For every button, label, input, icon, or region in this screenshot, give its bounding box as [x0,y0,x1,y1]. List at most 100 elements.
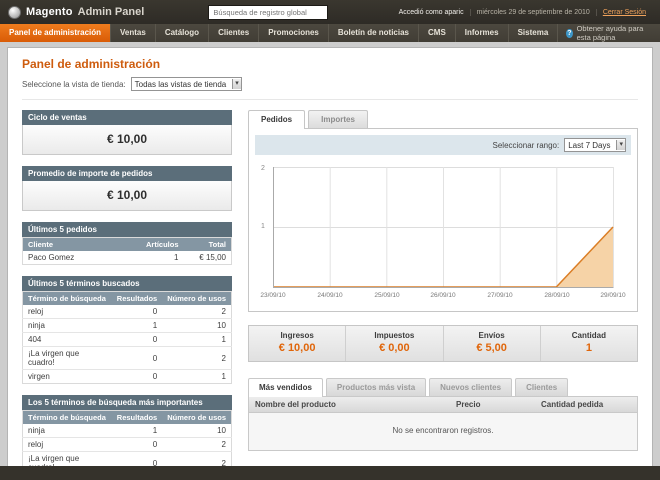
term-cell: reloj [22,305,112,319]
stat-label: Cantidad [571,331,606,340]
nav-tab-clientes[interactable]: Clientes [209,24,260,42]
last-search-table: Término de búsqueda Resultados Número de… [22,291,232,384]
chevron-down-icon: ▾ [232,79,241,89]
store-view-value: Todas las vistas de tienda [134,79,227,89]
range-value: Last 7 Days [568,140,611,150]
column-header: Resultados [111,410,163,424]
term-cell: ninja [22,424,112,438]
nav-tab-cms[interactable]: CMS [419,24,456,42]
tab-pedidos[interactable]: Pedidos [248,110,306,129]
table-row[interactable]: Paco Gomez 1 € 15,00 [22,251,232,265]
page-help-link[interactable]: ? Obtener ayuda para esta página [558,24,660,42]
results-cell: 0 [111,305,163,319]
tab-importes[interactable]: Importes [308,110,368,128]
table-row[interactable]: 404 0 1 [22,332,232,347]
table-row[interactable]: virgen 0 1 [22,369,232,384]
top-bar: Magento Admin Panel Accedió como aparic … [0,0,660,24]
column-header: Número de usos [162,410,232,424]
x-tick: 26/09/10 [430,292,456,299]
stat-value: € 0,00 [379,342,410,354]
nav-tab-ventas[interactable]: Ventas [111,24,156,42]
stat-label: Impuestos [374,331,415,340]
table-row[interactable]: ¡La virgen que cuadro! 0 2 [22,346,232,370]
column-header: Término de búsqueda [22,410,112,424]
stat-label: Ingresos [280,331,314,340]
column-header: Cliente [22,237,140,251]
nav-tab-promociones[interactable]: Promociones [259,24,329,42]
table-row[interactable]: reloj 0 2 [22,305,232,319]
logo-subtext: Admin Panel [77,6,145,18]
column-header: Nombre del producto [255,400,336,409]
nav-tab-dashboard[interactable]: Panel de administración [0,24,112,42]
store-switcher: Seleccione la vista de tienda: Todas las… [22,77,638,100]
uses-cell: 2 [162,305,232,319]
column-header: Precio [456,400,481,409]
items-cell: 1 [139,251,184,265]
stat-envios: Envíos € 5,00 [442,326,540,361]
x-tick: 27/09/10 [487,292,513,299]
results-cell: 0 [111,346,163,370]
uses-cell: 10 [162,424,232,438]
average-orders-value: € 10,00 [22,181,232,211]
tab-nuevos-clientes[interactable]: Nuevos clientes [429,378,513,396]
tab-clientes[interactable]: Clientes [515,378,569,396]
column-header: Artículos [139,237,184,251]
term-cell: ninja [22,318,112,333]
page-help-label: Obtener ayuda para esta página [576,24,644,42]
y-tick: 1 [261,223,265,230]
column-header: Número de usos [162,291,232,305]
last-orders-header: Últimos 5 pedidos [22,222,232,237]
content-card: Panel de administración Seleccione la vi… [7,47,653,480]
term-cell: 404 [22,332,112,347]
top-search-header: Los 5 términos de búsqueda más important… [22,395,232,410]
left-column: Ciclo de ventas € 10,00 Promedio de impo… [22,110,232,480]
stat-cantidad: Cantidad 1 [539,326,637,361]
results-cell: 1 [111,424,163,438]
stat-value: 1 [585,342,592,354]
stat-ingresos: Ingresos € 10,00 [249,326,345,361]
stat-value: € 10,00 [278,342,316,354]
session-info: Accedió como aparic miércoles 29 de sept… [393,8,652,16]
nav-tab-boletin[interactable]: Boletín de noticias [329,24,419,42]
products-table: Nombre del producto Precio Cantidad pedi… [248,396,638,451]
page-wrap: Panel de administración Seleccione la vi… [0,42,660,480]
last-search-header: Últimos 5 términos buscados [22,276,232,291]
global-search-input[interactable] [208,4,329,20]
table-row[interactable]: ninja 1 10 [22,318,232,333]
logo: Magento Admin Panel [8,5,145,19]
uses-cell: 1 [162,332,232,347]
customer-cell: Paco Gomez [22,251,140,265]
term-cell: virgen [22,369,112,384]
x-tick: 25/09/10 [374,292,400,299]
tab-mas-vendidos[interactable]: Más vendidos [248,378,323,397]
chart-panel: Seleccionar rango: Last 7 Days ▾ 2 1 23/… [248,128,638,312]
range-label: Seleccionar rango: [492,140,560,150]
y-tick: 2 [261,165,265,172]
help-icon: ? [566,28,573,38]
nav-tab-sistema[interactable]: Sistema [509,24,559,42]
chart-tabs: Pedidos Importes [248,110,638,129]
logo-text: Magento [26,6,73,18]
table-row[interactable]: reloj 0 2 [22,437,232,452]
tab-productos-mas-vista[interactable]: Productos más vista [325,378,427,396]
x-tick: 28/09/10 [544,292,570,299]
table-row[interactable]: ninja 1 10 [22,424,232,438]
range-row: Seleccionar rango: Last 7 Days ▾ [255,135,631,155]
chart-svg [273,167,614,288]
dashboard-columns: Ciclo de ventas € 10,00 Promedio de impo… [8,100,652,480]
stat-impuestos: Impuestos € 0,00 [345,326,442,361]
store-switcher-label: Seleccione la vista de tienda: [22,79,126,89]
column-header: Cantidad pedida [541,400,604,409]
stat-label: Envíos [478,331,505,340]
right-column: Pedidos Importes Seleccionar rango: Last… [248,110,638,480]
results-cell: 0 [111,332,163,347]
total-cell: € 15,00 [183,251,232,265]
nav-tab-informes[interactable]: Informes [456,24,509,42]
logout-link[interactable]: Cerrar Sesión [595,8,652,16]
nav-tab-catalogo[interactable]: Catálogo [156,24,210,42]
last-orders-table: Cliente Artículos Total Paco Gomez 1 € 1… [22,237,232,265]
store-view-select[interactable]: Todas las vistas de tienda ▾ [130,77,242,91]
empty-message: No se encontraron registros. [249,413,637,450]
x-tick: 23/09/10 [260,292,286,299]
range-select[interactable]: Last 7 Days ▾ [564,138,626,152]
